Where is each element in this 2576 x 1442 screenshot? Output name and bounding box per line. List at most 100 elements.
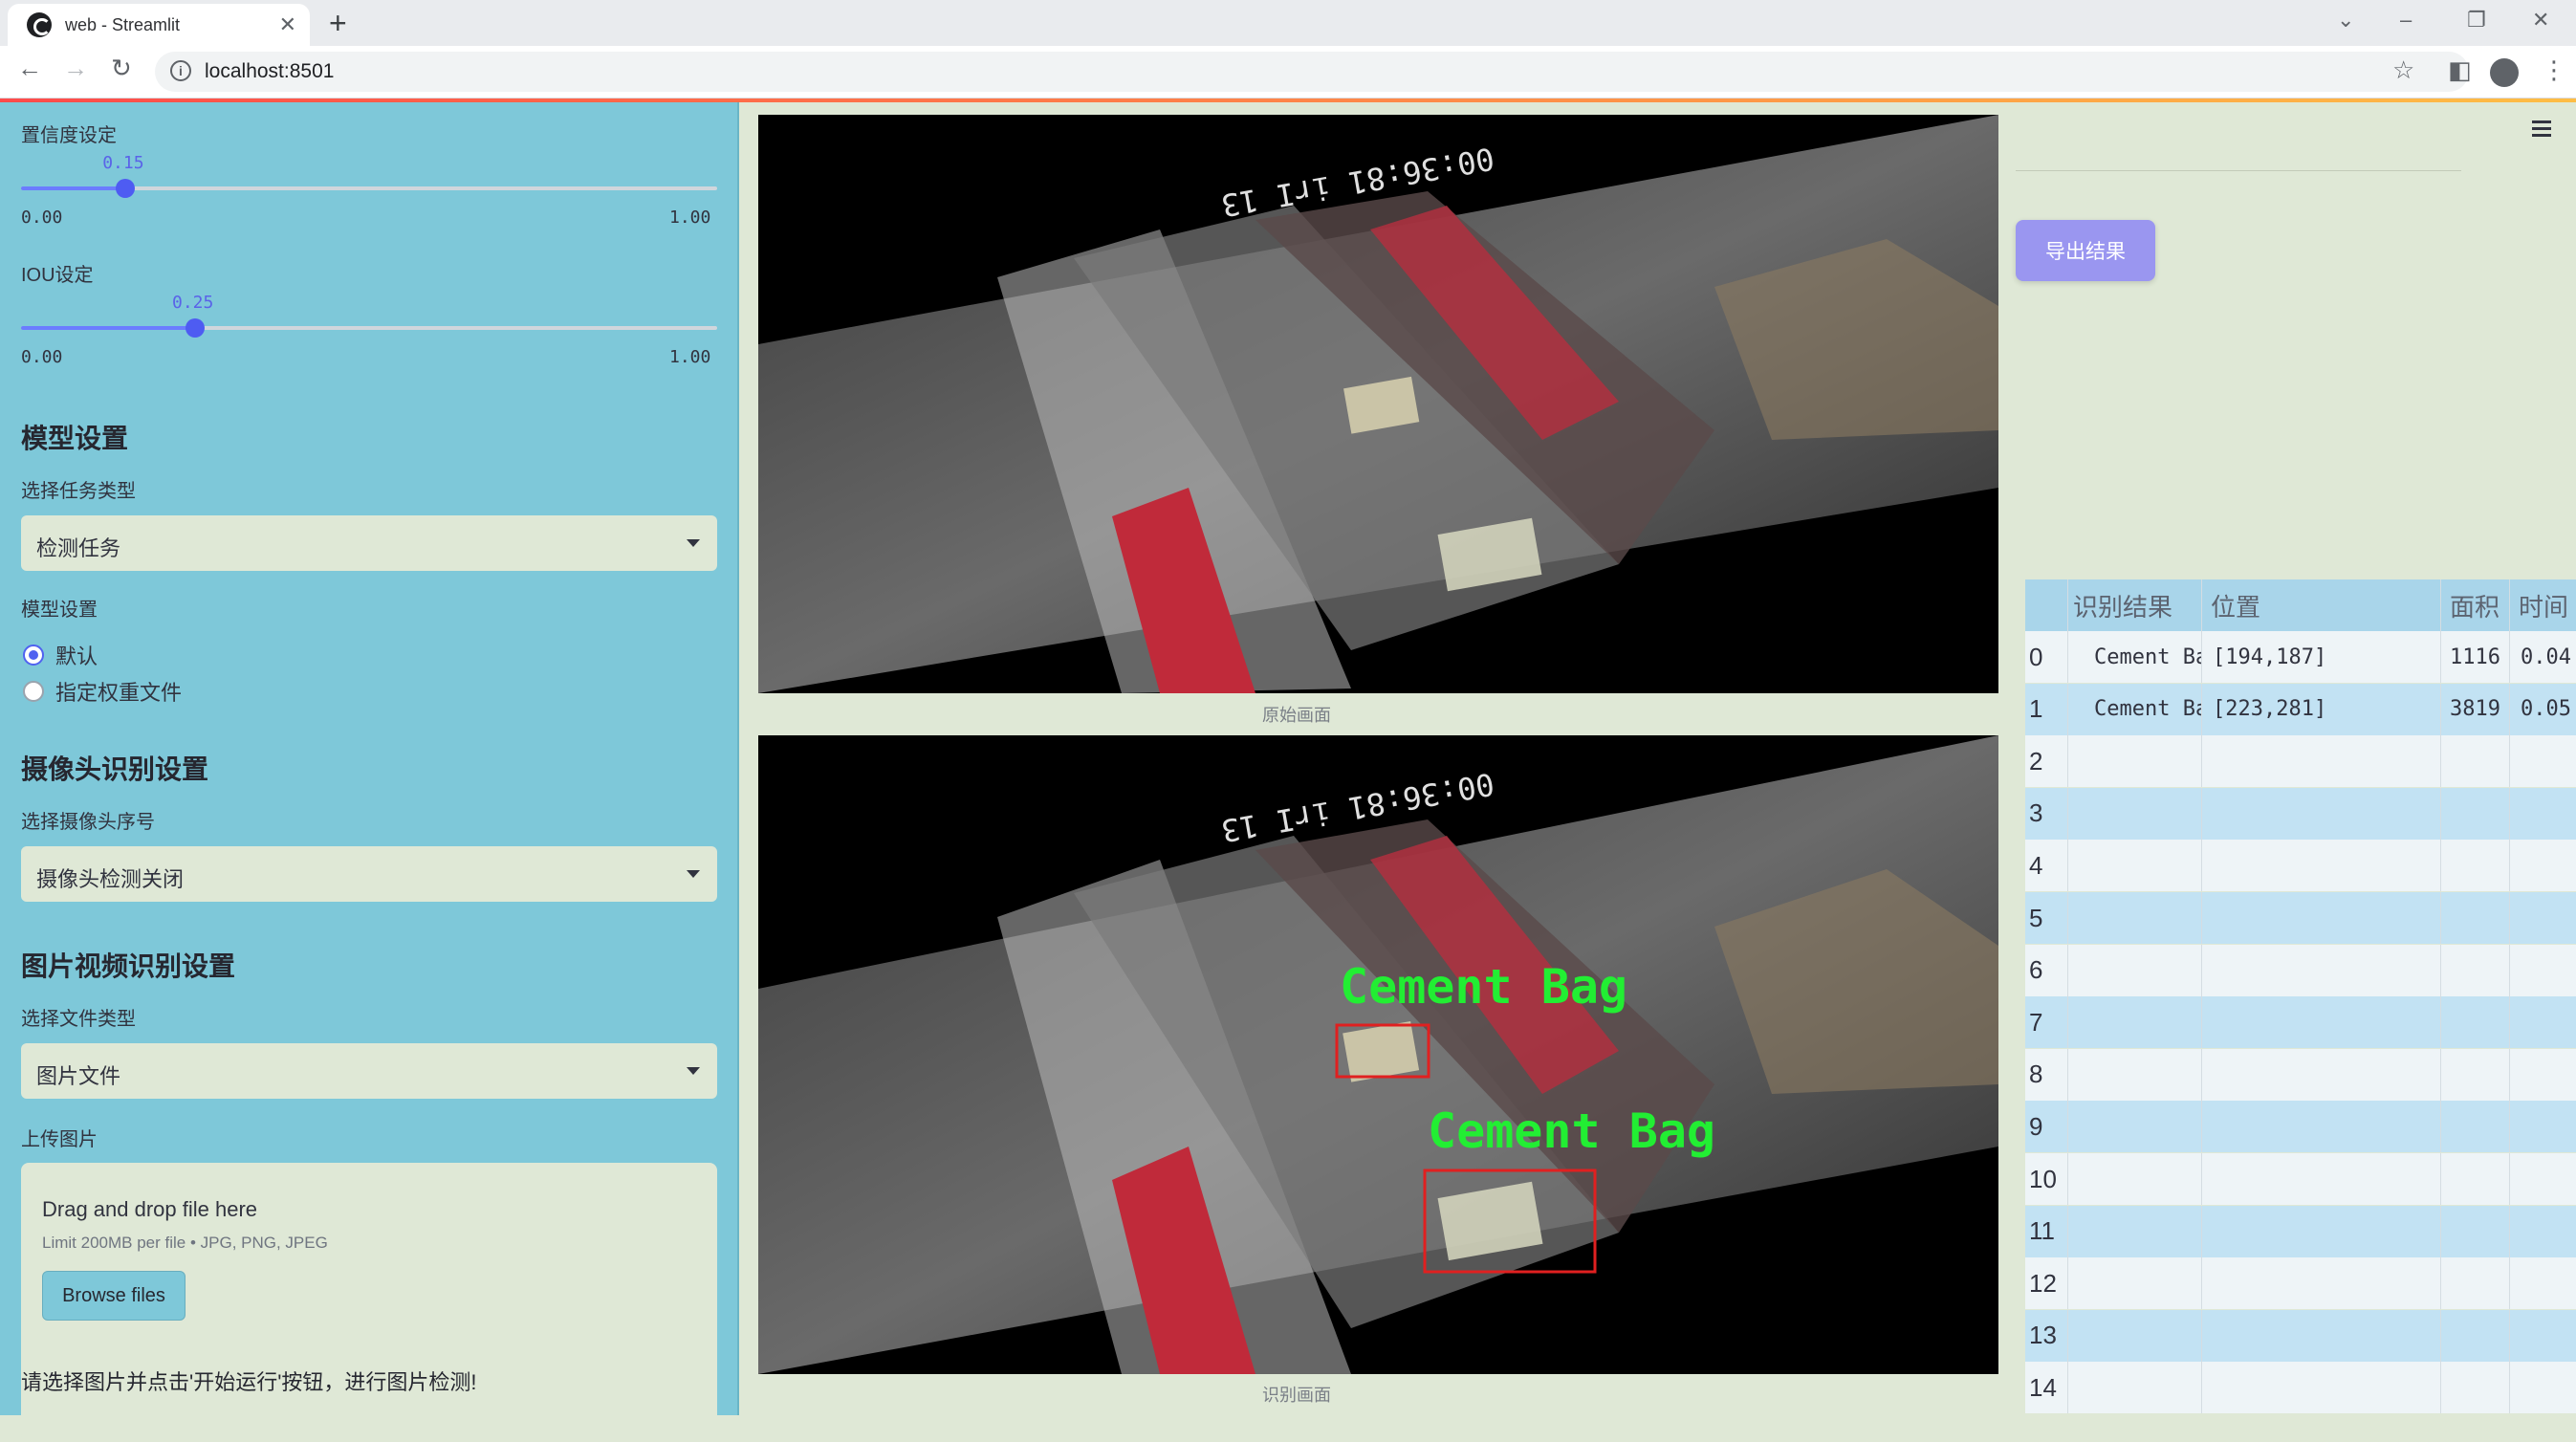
bookmark-star-icon[interactable]: ☆: [2392, 55, 2414, 85]
table-row[interactable]: 3: [2025, 787, 2576, 840]
new-tab-button[interactable]: +: [329, 6, 347, 40]
table-row[interactable]: 2: [2025, 735, 2576, 788]
browser-menu-icon[interactable]: ⋮: [2542, 55, 2566, 85]
row-result: [2094, 1257, 2201, 1309]
tab-title: web - Streamlit: [65, 14, 181, 34]
table-row[interactable]: 9: [2025, 1101, 2576, 1153]
radio-default[interactable]: 默认: [23, 640, 98, 670]
table-row[interactable]: 5: [2025, 892, 2576, 944]
result-image: 00:36:81 irI 13 Cement Bag Cement Bag: [758, 735, 1998, 1374]
row-area: [2450, 735, 2509, 787]
row-result: [2094, 1310, 2201, 1362]
task-type-label: 选择任务类型: [21, 481, 136, 502]
profile-avatar-icon[interactable]: [2490, 58, 2519, 87]
confidence-slider-fill: [21, 186, 126, 190]
row-index: 5: [2029, 903, 2043, 932]
model-option-label: 模型设置: [21, 600, 98, 621]
row-area: [2450, 1101, 2509, 1152]
table-row[interactable]: 6: [2025, 944, 2576, 996]
restore-icon[interactable]: ❐: [2467, 8, 2486, 33]
row-index: 6: [2029, 955, 2043, 985]
camera-index-value: 摄像头检测关闭: [36, 867, 185, 891]
url-text: localhost:8501: [205, 60, 335, 82]
back-icon[interactable]: ←: [17, 54, 42, 83]
row-result: Cement Bag: [2094, 697, 2201, 722]
row-position: [2213, 840, 2440, 891]
row-time: [2521, 892, 2576, 944]
chevron-down-icon: [687, 1067, 700, 1075]
iou-slider[interactable]: [21, 318, 717, 338]
table-row[interactable]: 4: [2025, 840, 2576, 892]
row-position: [223,281]: [2213, 697, 2327, 722]
row-area: [2450, 840, 2509, 891]
file-type-select[interactable]: 图片文件: [21, 1043, 717, 1099]
table-row[interactable]: 10: [2025, 1153, 2576, 1205]
radio-unselected-icon: [23, 681, 44, 702]
results-table[interactable]: 识别结果 位置 面积 时间 0Cement Bag[194,187]11160.…: [2025, 579, 2576, 1415]
row-time: [2521, 1362, 2576, 1413]
table-row[interactable]: 14: [2025, 1362, 2576, 1414]
row-result: Cement Bag: [2094, 645, 2201, 669]
row-position: [2213, 735, 2440, 787]
close-window-icon[interactable]: ✕: [2532, 8, 2549, 33]
row-result: [2094, 996, 2201, 1048]
table-row[interactable]: 0 Cement Bag [194,187] 1116 0.04: [2025, 631, 2576, 683]
table-row[interactable]: 8: [2025, 1048, 2576, 1101]
minimize-icon[interactable]: –: [2400, 8, 2412, 33]
row-result: [2094, 945, 2201, 996]
row-result: [2094, 1153, 2201, 1205]
row-area: 3819: [2450, 697, 2500, 722]
row-result: [2094, 788, 2201, 840]
confidence-slider[interactable]: [21, 179, 717, 198]
side-panel-icon[interactable]: ◧: [2448, 55, 2472, 85]
original-scene-illustration: 00:36:81 irI 13: [758, 115, 1998, 693]
row-time: [2521, 996, 2576, 1048]
reload-icon[interactable]: ↻: [111, 54, 132, 83]
row-time: [2521, 1101, 2576, 1152]
row-index: 11: [2029, 1216, 2055, 1246]
row-area: [2450, 1310, 2509, 1362]
browser-tab[interactable]: web - Streamlit ✕: [8, 4, 310, 46]
camera-index-select[interactable]: 摄像头检测关闭: [21, 846, 717, 902]
divider: [2016, 170, 2461, 171]
row-position: [2213, 1153, 2440, 1205]
export-results-button[interactable]: 导出结果: [2016, 220, 2155, 281]
browse-files-button[interactable]: Browse files: [42, 1271, 186, 1321]
forward-icon[interactable]: →: [63, 54, 88, 83]
table-row[interactable]: 11: [2025, 1205, 2576, 1257]
chevron-down-icon: [687, 539, 700, 547]
detection-label-0: Cement Bag: [1340, 959, 1627, 1015]
row-result: [2094, 1206, 2201, 1257]
table-row[interactable]: 12: [2025, 1257, 2576, 1310]
row-area: 1116: [2450, 645, 2500, 669]
radio-custom-weights[interactable]: 指定权重文件: [23, 676, 182, 707]
tab-search-icon[interactable]: ⌄: [2337, 8, 2354, 33]
iou-slider-thumb[interactable]: [186, 318, 205, 338]
table-row[interactable]: 13: [2025, 1309, 2576, 1362]
row-time: 0.05: [2521, 697, 2571, 722]
row-position: [2213, 1101, 2440, 1152]
row-area: [2450, 996, 2509, 1048]
header-result: 识别结果: [2073, 592, 2173, 622]
file-uploader-dropzone[interactable]: Drag and drop file here Limit 200MB per …: [21, 1163, 717, 1442]
row-index: 0: [2029, 642, 2043, 671]
url-input[interactable]: i localhost:8501: [155, 52, 2469, 92]
radio-custom-label: 指定权重文件: [55, 681, 183, 705]
close-tab-icon[interactable]: ✕: [279, 12, 296, 37]
table-row[interactable]: 1 Cement Bag [223,281] 3819 0.05: [2025, 683, 2576, 735]
row-time: [2521, 1206, 2576, 1257]
table-row[interactable]: 7: [2025, 996, 2576, 1049]
result-scene-illustration: 00:36:81 irI 13 Cement Bag Cement Bag: [758, 735, 1998, 1374]
iou-value: 0.25: [172, 293, 214, 313]
confidence-slider-thumb[interactable]: [116, 179, 136, 198]
task-type-select[interactable]: 检测任务: [21, 515, 717, 571]
confidence-label: 置信度设定: [21, 125, 117, 146]
row-position: [2213, 1362, 2440, 1413]
row-result: [2094, 1049, 2201, 1101]
row-position: [194,187]: [2213, 645, 2327, 669]
site-info-icon[interactable]: i: [170, 60, 191, 81]
radio-selected-icon: [23, 645, 44, 666]
row-area: [2450, 1257, 2509, 1309]
streamlit-main-menu-icon[interactable]: [2532, 120, 2551, 141]
row-position: [2213, 788, 2440, 840]
